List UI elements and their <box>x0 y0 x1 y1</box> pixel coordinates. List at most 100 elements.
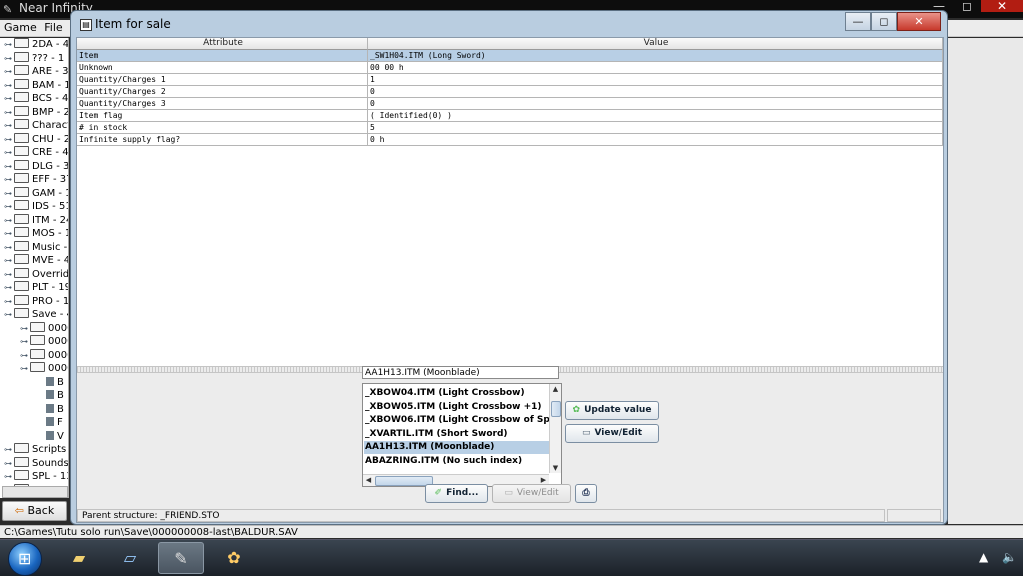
tree-expand-handle-icon[interactable]: ⊶ <box>4 187 14 200</box>
tree-node[interactable]: ⊶ Sounds <box>4 456 68 470</box>
scroll-down-arrow-icon[interactable]: ▼ <box>550 463 561 473</box>
table-row[interactable]: Item flag( Identified(0) ) <box>77 110 943 122</box>
tree-node[interactable]: ⊶ BAM - 13 <box>4 78 68 92</box>
notepad-taskbar-button[interactable]: ▱ <box>107 542 153 574</box>
back-button[interactable]: ⇦ Back <box>2 501 67 521</box>
tree-expand-handle-icon[interactable]: ⊶ <box>4 281 14 294</box>
resource-tree[interactable]: ⊶ 2DA - 47 ⊶ ??? - 1 ⊶ ARE - 39 ⊶ BAM - 13 ⊶ BCS … <box>0 38 69 498</box>
list-item[interactable]: _XBOW05.ITM (Light Crossbow +1) <box>364 401 550 414</box>
tree-expand-handle-icon[interactable]: ⊶ <box>4 268 14 281</box>
table-row[interactable]: Quantity/Charges 11 <box>77 74 943 86</box>
table-row[interactable]: Quantity/Charges 20 <box>77 86 943 98</box>
tree-node[interactable]: ⊶ MVE - 45 <box>4 254 68 267</box>
tree-node[interactable]: ⊶ EFF - 37 <box>4 173 68 186</box>
tree-expand-handle-icon[interactable]: ⊶ <box>4 38 14 51</box>
value-cell[interactable]: 5 <box>368 122 943 134</box>
list-item[interactable]: _XVARTIL.ITM (Short Sword) <box>364 428 550 441</box>
tree-node[interactable]: ⊶ 0000 <box>20 335 68 348</box>
tree-node[interactable]: ⊶ GAM - 1 <box>4 186 68 200</box>
tree-expand-handle-icon[interactable]: ⊶ <box>4 457 14 470</box>
scroll-left-arrow-icon[interactable]: ◀ <box>363 475 374 486</box>
tree-expand-handle-icon[interactable]: ⊶ <box>4 146 14 159</box>
tree-expand-handle-icon[interactable]: ⊶ <box>4 52 14 65</box>
tree-node[interactable]: B <box>36 389 64 402</box>
print-button[interactable]: ⎙ <box>575 484 597 503</box>
tree-node[interactable]: ⊶ 0000 <box>20 321 68 335</box>
near-infinity-taskbar-button[interactable]: ✎ <box>158 542 204 574</box>
tree-node[interactable]: ⊶ CRE - 43 <box>4 146 68 159</box>
list-vscroll-thumb[interactable] <box>551 401 561 417</box>
tree-node[interactable]: ⊶ CHU - 27 <box>4 132 68 146</box>
tree-expand-handle-icon[interactable]: ⊶ <box>4 119 14 132</box>
tree-node[interactable]: ⊶ IDS - 51 <box>4 200 68 213</box>
table-row[interactable]: Unknown 00 00 h <box>77 62 943 74</box>
table-row[interactable]: Infinite supply flag? 0 h <box>77 134 943 146</box>
tree-expand-handle-icon[interactable]: ⊶ <box>20 362 30 375</box>
list-item[interactable]: ABAZRING.ITM (No such index) <box>364 455 550 468</box>
list-vertical-scrollbar[interactable]: ▲ ▼ <box>549 384 561 473</box>
find-button[interactable]: ✐ Find... <box>425 484 488 503</box>
tree-node[interactable]: ⊶ Scripts - <box>4 443 68 456</box>
tree-expand-handle-icon[interactable]: ⊶ <box>4 227 14 240</box>
value-cell[interactable]: 0 <box>368 86 943 98</box>
volume-icon[interactable]: 🔈 <box>1002 550 1017 564</box>
tree-node[interactable]: ⊶ Save - 4 <box>4 308 68 321</box>
column-header-attribute[interactable]: Attribute <box>77 38 368 50</box>
tree-node[interactable]: B <box>36 376 64 389</box>
update-value-button[interactable]: ✿ Update value <box>565 401 659 420</box>
tree-expand-handle-icon[interactable]: ⊶ <box>4 308 14 321</box>
list-item[interactable]: _XBOW04.ITM (Light Crossbow) <box>364 387 550 400</box>
menu-file[interactable]: File <box>44 20 62 36</box>
tree-node[interactable]: ⊶ Music - 6 <box>4 240 68 254</box>
value-cell[interactable]: 0 h <box>368 134 943 146</box>
tree-expand-handle-icon[interactable]: ⊶ <box>4 214 14 227</box>
attribute-cell[interactable]: Item <box>77 50 368 62</box>
dialog-maximize-button[interactable]: ◻ <box>871 12 897 31</box>
tree-expand-handle-icon[interactable]: ⊶ <box>20 335 30 348</box>
start-button[interactable]: ⊞ <box>8 542 42 576</box>
tree-node[interactable]: ⊶ Characte <box>4 119 68 132</box>
tree-expand-handle-icon[interactable]: ⊶ <box>4 254 14 267</box>
paint-taskbar-button[interactable]: ✿ <box>211 542 257 574</box>
list-item[interactable]: _XBOW06.ITM (Light Crossbow of Speed) <box>364 414 561 427</box>
item-list[interactable]: _XBOW04.ITM (Light Crossbow) _XBOW05.ITM … <box>362 383 562 487</box>
attribute-cell[interactable]: Quantity/Charges 3 <box>77 98 368 110</box>
menu-game[interactable]: Game <box>4 20 37 36</box>
tree-expand-handle-icon[interactable]: ⊶ <box>4 173 14 186</box>
tree-node[interactable]: F <box>36 416 63 429</box>
tree-horizontal-scrollbar[interactable] <box>2 486 68 498</box>
tree-node[interactable]: ⊶ PLT - 19 <box>4 281 68 294</box>
tree-expand-handle-icon[interactable]: ⊶ <box>4 160 14 173</box>
attribute-cell[interactable]: # in stock <box>77 122 368 134</box>
table-row[interactable]: Quantity/Charges 30 <box>77 98 943 110</box>
attribute-cell[interactable]: Quantity/Charges 2 <box>77 86 368 98</box>
value-cell[interactable]: 00 00 h <box>368 62 943 74</box>
value-field[interactable]: AA1H13.ITM (Moonblade) <box>362 366 559 379</box>
column-header-value[interactable]: Value <box>368 38 943 50</box>
main-close-button[interactable]: ✕ <box>981 0 1023 12</box>
tree-node[interactable]: ⊶ SPL - 13 <box>4 470 68 483</box>
dialog-minimize-button[interactable]: — <box>845 12 871 31</box>
list-item[interactable]: AA1H13.ITM (Moonblade) <box>364 441 550 454</box>
tree-expand-handle-icon[interactable]: ⊶ <box>4 241 14 254</box>
tree-expand-handle-icon[interactable]: ⊶ <box>4 200 14 213</box>
tree-expand-handle-icon[interactable]: ⊶ <box>4 65 14 78</box>
attribute-cell[interactable]: Unknown <box>77 62 368 74</box>
value-cell[interactable]: 1 <box>368 74 943 86</box>
tree-expand-handle-icon[interactable]: ⊶ <box>4 79 14 92</box>
table-row[interactable]: Item _SW1H04.ITM (Long Sword) <box>77 50 943 62</box>
tree-node[interactable]: ⊶ 2DA - 47 <box>4 38 68 51</box>
list-hscroll-thumb[interactable] <box>375 476 433 486</box>
attribute-cell[interactable]: Quantity/Charges 1 <box>77 74 368 86</box>
value-cell[interactable]: 0 <box>368 98 943 110</box>
scroll-up-arrow-icon[interactable]: ▲ <box>550 384 561 394</box>
dialog-close-button[interactable]: ✕ <box>897 12 941 31</box>
table-row[interactable]: # in stock 5 <box>77 122 943 134</box>
tree-expand-handle-icon[interactable]: ⊶ <box>4 295 14 308</box>
value-cell[interactable]: ( Identified(0) ) <box>368 110 943 122</box>
tree-node[interactable]: ⊶ BCS - 41 <box>4 92 68 105</box>
tree-node[interactable]: ⊶ BMP - 29 <box>4 105 68 119</box>
tree-node[interactable]: V <box>36 430 64 443</box>
tree-node[interactable]: ⊶ 0000 <box>20 348 68 362</box>
show-hidden-icons[interactable]: ▲ <box>979 550 988 564</box>
